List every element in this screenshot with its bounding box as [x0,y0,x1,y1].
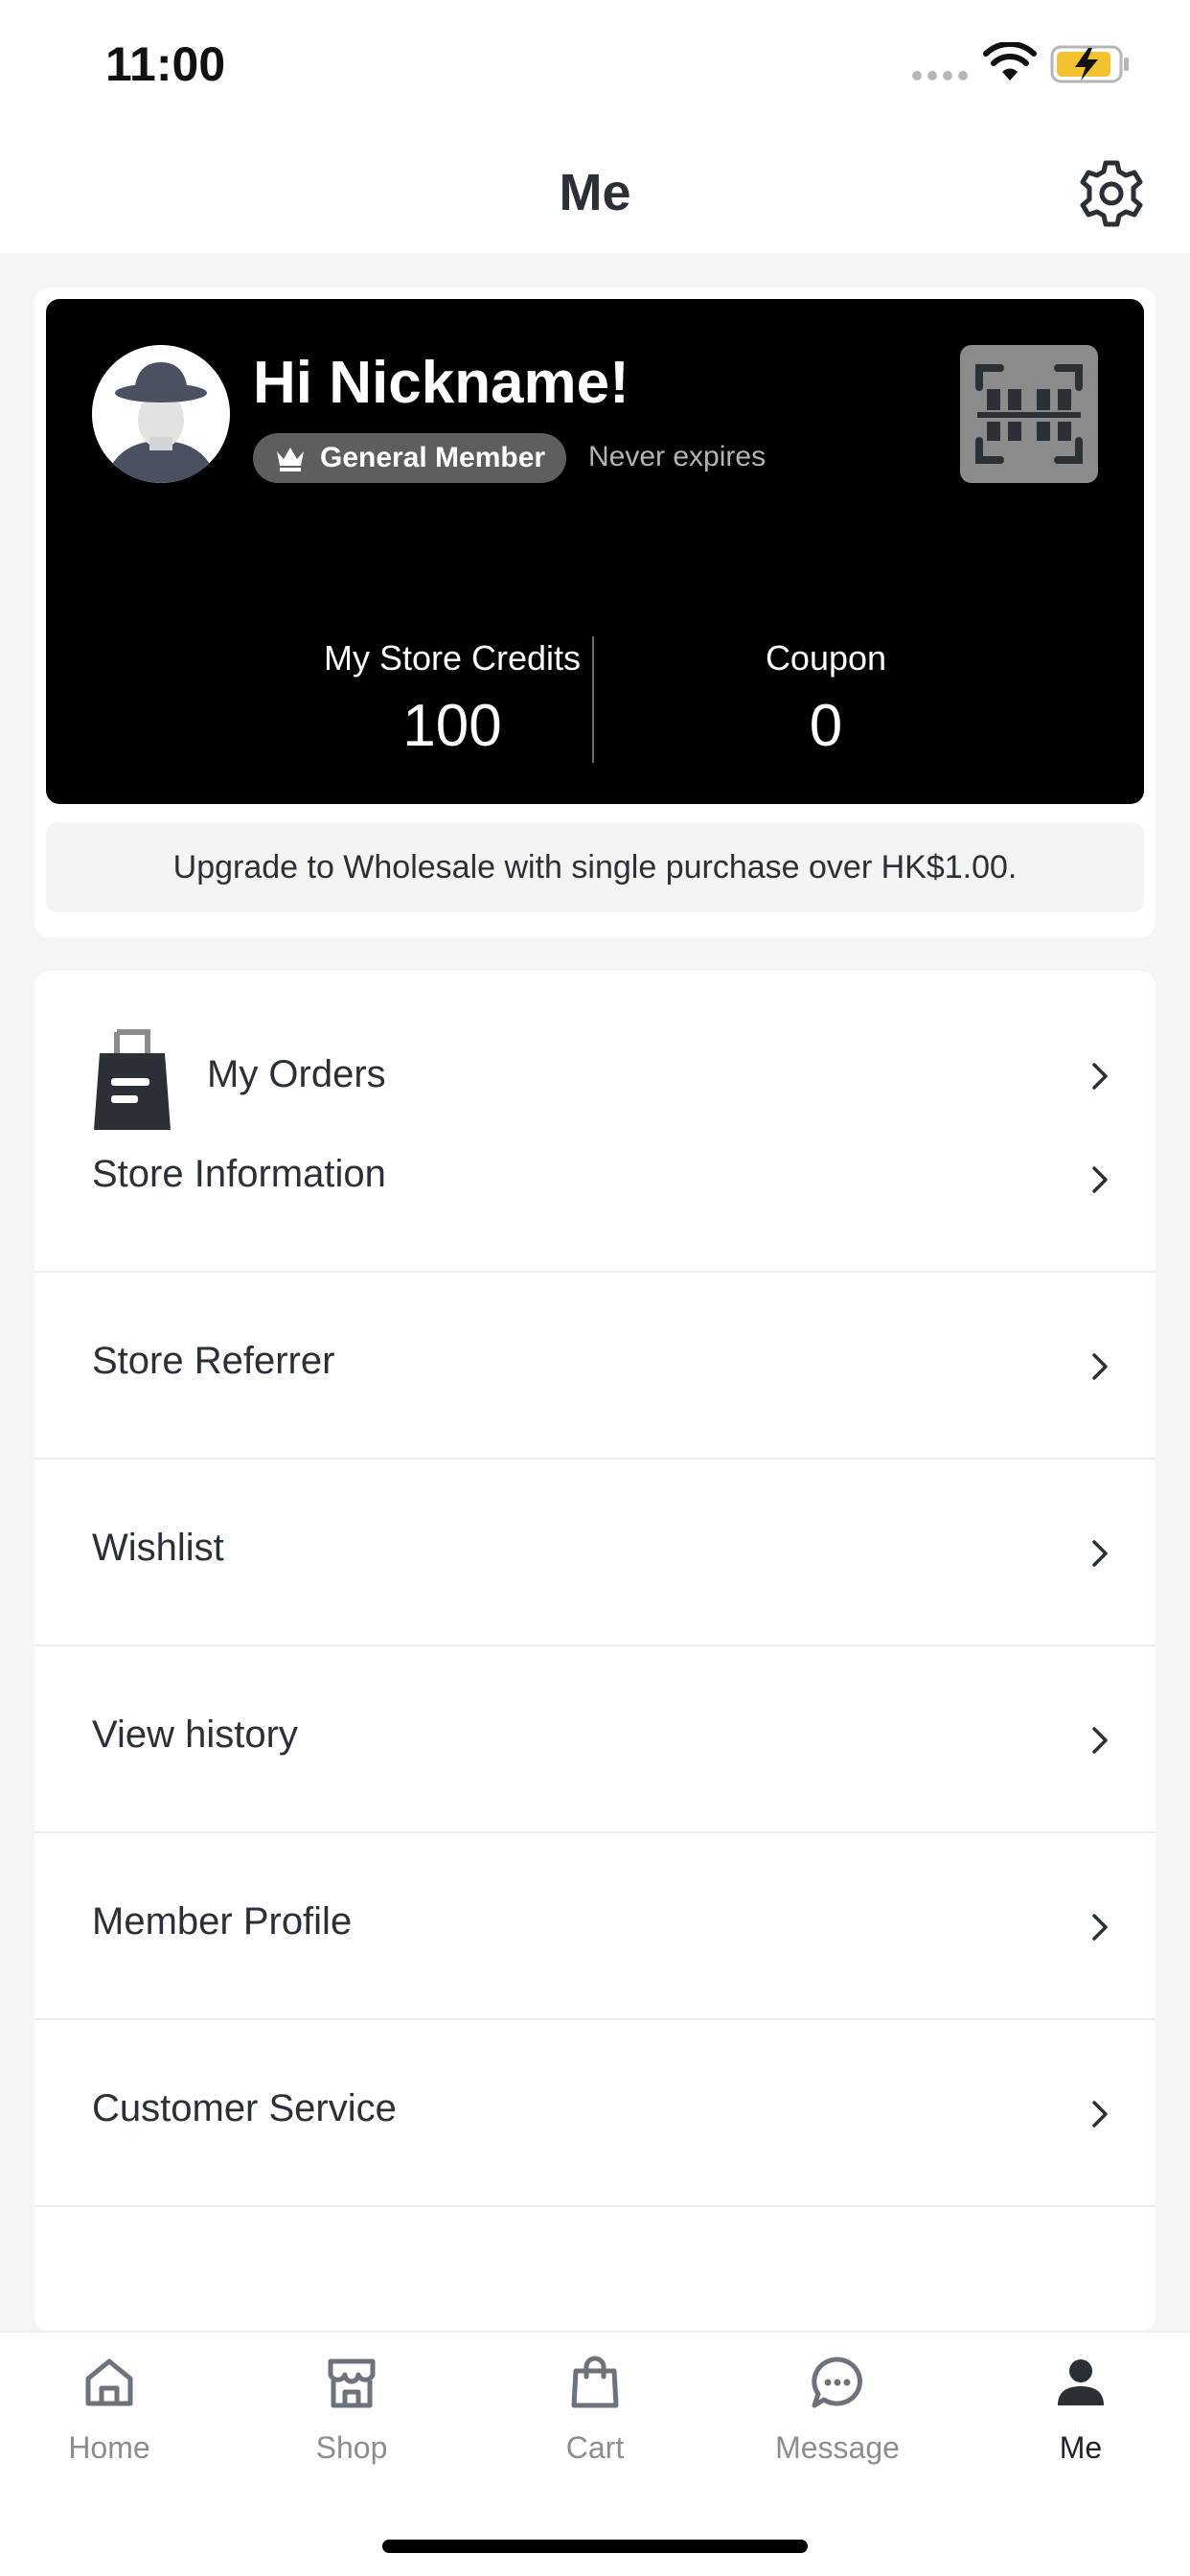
menu-list: My Orders Store Information Store Referr… [34,971,1156,2332]
greeting-text: Hi Nickname! [253,350,629,416]
upgrade-banner: Upgrade to Wholesale with single purchas… [46,822,1144,912]
tab-label: Message [775,2430,900,2465]
tab-label: Shop [315,2430,388,2465]
member-tier-badge: General Member [253,433,567,483]
home-indicator [382,2540,808,2553]
chevron-right-icon [1092,1353,1108,1380]
signal-dots-icon [912,71,968,80]
chevron-right-icon [1092,1540,1108,1567]
member-tier-label: General Member [320,442,546,473]
stat-divider [592,636,594,763]
menu-item-label: View history [92,1714,298,1756]
tab-label: Me [1059,2430,1103,2465]
avatar[interactable] [92,345,230,483]
menu-item-member-profile[interactable]: Member Profile [34,1833,1156,2020]
crown-icon [277,448,304,472]
tab-message[interactable]: Message [742,2333,933,2496]
coupon-stat[interactable]: Coupon 0 [644,638,1008,760]
avatar-image [92,345,230,483]
menu-item-view-history[interactable]: View history [34,1646,1156,1833]
menu-item-label: Store Information [92,1153,386,1195]
tab-shop[interactable]: Shop [256,2333,447,2496]
battery-charging-icon [1050,45,1129,83]
store-credits-value: 100 [402,693,502,759]
tab-me[interactable]: Me [985,2333,1177,2496]
status-bar: 11:00 [0,0,1190,134]
chevron-right-icon [1092,2101,1108,2128]
home-icon [85,2358,133,2406]
coupon-label: Coupon [765,638,887,678]
menu-item-label: Store Referrer [92,1340,335,1382]
chevron-right-icon [1092,1727,1108,1754]
tab-label: Home [68,2430,150,2465]
chevron-right-icon [1092,1166,1108,1193]
tab-home[interactable]: Home [13,2333,205,2496]
barcode-scan-icon[interactable] [960,345,1098,483]
shop-icon [328,2358,376,2408]
wifi-icon [983,42,1037,80]
tab-label: Cart [565,2430,625,2465]
menu-item-store-information[interactable]: Store Information [34,1086,1156,1273]
coupon-value: 0 [809,693,843,759]
menu-item-store-referrer[interactable]: Store Referrer [34,1273,1156,1460]
menu-item-label: Member Profile [92,1900,353,1943]
chat-bubble-icon [812,2357,863,2408]
menu-item-wishlist[interactable]: Wishlist [34,1460,1156,1646]
page-title: Me [559,164,631,221]
menu-item-label: Wishlist [92,1527,224,1569]
menu-item-label: Customer Service [92,2087,397,2129]
person-icon [1058,2359,1104,2405]
member-section: Hi Nickname! General Member Never expire… [34,288,1156,937]
menu-item-customer-service[interactable]: Customer Service [34,2020,1156,2207]
gear-icon[interactable] [1075,157,1148,230]
store-credits-stat[interactable]: My Store Credits 100 [270,638,634,760]
store-credits-label: My Store Credits [323,638,582,678]
page-header: Me [0,134,1190,253]
status-time: 11:00 [105,37,226,91]
chevron-right-icon [1092,1914,1108,1941]
tab-cart[interactable]: Cart [499,2333,691,2496]
membership-expiry: Never expires [588,441,767,472]
row-divider [34,2205,1156,2207]
member-card: Hi Nickname! General Member Never expire… [46,299,1144,804]
shopping-bag-icon [571,2356,619,2408]
